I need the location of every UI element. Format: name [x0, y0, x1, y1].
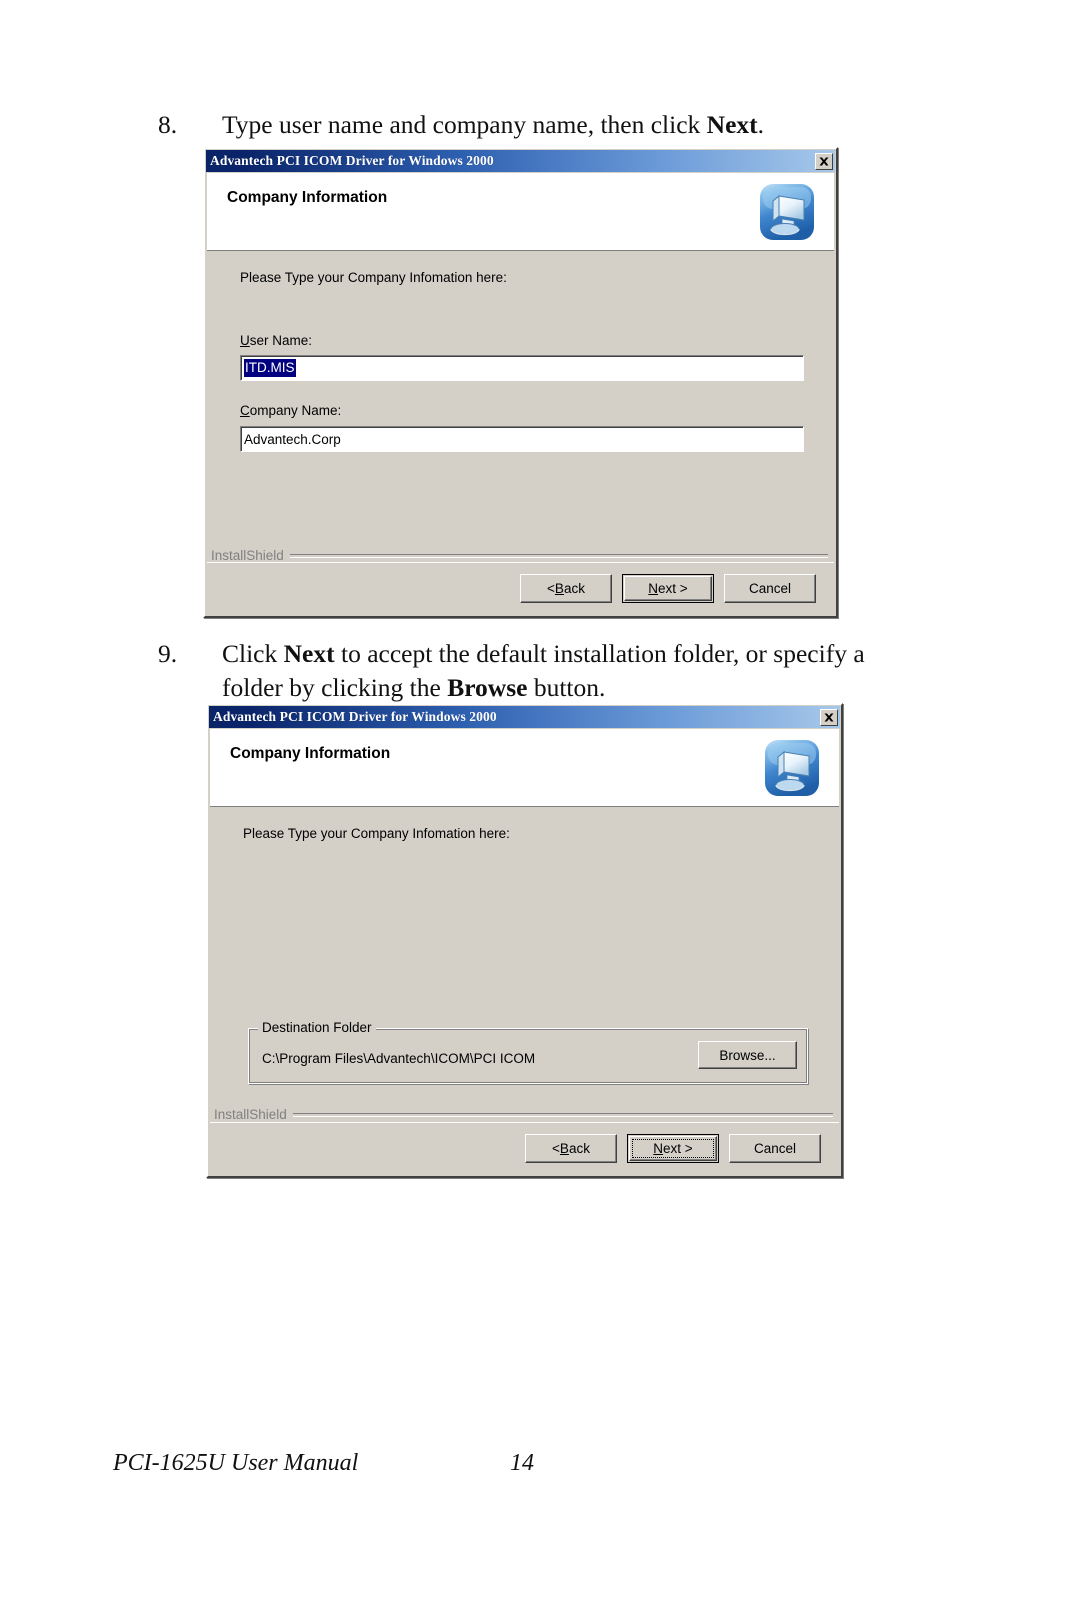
dialog1-body: Please Type your Company Infomation here…	[207, 251, 834, 614]
dialog1-installshield-footer: InstallShield	[211, 548, 828, 563]
step-8-bold-next: Next	[706, 110, 758, 139]
setup-computer-icon	[759, 735, 825, 801]
close-icon[interactable]	[820, 708, 838, 726]
dialog2-button-strip: < Back Next > Cancel	[210, 1122, 839, 1174]
installer-dialog-destination-folder[interactable]: Advantech PCI ICOM Driver for Windows 20…	[206, 703, 843, 1178]
dialog2-prompt: Please Type your Company Infomation here…	[243, 826, 510, 841]
back-button[interactable]: < Back	[520, 574, 612, 603]
step-9-text-1: Click	[222, 639, 284, 668]
step-9-text-3: button.	[527, 672, 606, 702]
user-name-value: ITD.MIS	[244, 359, 296, 377]
close-icon[interactable]	[815, 152, 833, 170]
dialog2-body: Please Type your Company Infomation here…	[210, 807, 839, 1174]
dialog2-header-title: Company Information	[230, 745, 391, 762]
step-8-text-before: Type user name and company name, then cl…	[222, 110, 707, 139]
step-9-bold-browse: Browse	[447, 672, 528, 702]
installer-dialog-company-information[interactable]: Advantech PCI ICOM Driver for Windows 20…	[203, 147, 838, 618]
user-name-label: User Name:	[240, 333, 313, 348]
cancel-button[interactable]: Cancel	[729, 1134, 821, 1163]
dialog2-installshield-footer: InstallShield	[214, 1107, 833, 1122]
footer-page-number: 14	[510, 1450, 534, 1476]
step-8-number: 8.	[158, 110, 178, 139]
document-page: 8. Type user name and company name, then…	[0, 0, 1080, 1618]
installshield-divider	[292, 1112, 833, 1117]
user-name-input[interactable]: ITD.MIS	[240, 355, 804, 381]
step-8: 8. Type user name and company name, then…	[158, 108, 918, 142]
dialog1-prompt: Please Type your Company Infomation here…	[240, 270, 507, 285]
browse-button[interactable]: Browse...	[698, 1041, 797, 1069]
destination-folder-label: Destination Folder	[258, 1020, 376, 1035]
destination-path-value: C:\Program Files\Advantech\ICOM\PCI ICOM	[262, 1051, 536, 1066]
browse-button-label: Browse...	[719, 1047, 776, 1063]
next-button[interactable]: Next >	[627, 1134, 719, 1163]
step-8-text-after: .	[757, 110, 765, 139]
step-9-bold-next: Next	[283, 639, 335, 668]
installshield-label: InstallShield	[214, 1107, 287, 1122]
step-8-text: Type user name and company name, then cl…	[222, 108, 918, 142]
dialog1-titlebar[interactable]: Advantech PCI ICOM Driver for Windows 20…	[206, 150, 835, 172]
destination-folder-group: Destination Folder C:\Program Files\Adva…	[248, 1020, 808, 1084]
setup-computer-icon	[754, 179, 820, 245]
footer-manual-title: PCI-1625U User Manual	[113, 1450, 359, 1476]
company-name-label: Company Name:	[240, 403, 342, 418]
company-name-input[interactable]: Advantech.Corp	[240, 426, 804, 452]
dialog2-header: Company Information	[210, 729, 839, 807]
cancel-button[interactable]: Cancel	[724, 574, 816, 603]
step-9: 9. Click Next to accept the default inst…	[158, 637, 898, 704]
step-9-text: Click Next to accept the default install…	[222, 637, 898, 704]
back-button[interactable]: < Back	[525, 1134, 617, 1163]
dialog1-header: Company Information	[207, 173, 834, 251]
installshield-label: InstallShield	[211, 548, 284, 563]
installshield-divider	[289, 553, 828, 558]
dialog1-title: Advantech PCI ICOM Driver for Windows 20…	[210, 153, 494, 168]
next-button[interactable]: Next >	[622, 574, 714, 603]
step-9-number: 9.	[158, 639, 178, 668]
dialog2-title: Advantech PCI ICOM Driver for Windows 20…	[213, 709, 497, 724]
dialog1-button-strip: < Back Next > Cancel	[207, 562, 834, 614]
dialog2-titlebar[interactable]: Advantech PCI ICOM Driver for Windows 20…	[209, 706, 840, 728]
dialog1-header-title: Company Information	[227, 189, 388, 206]
company-name-value: Advantech.Corp	[244, 431, 341, 447]
